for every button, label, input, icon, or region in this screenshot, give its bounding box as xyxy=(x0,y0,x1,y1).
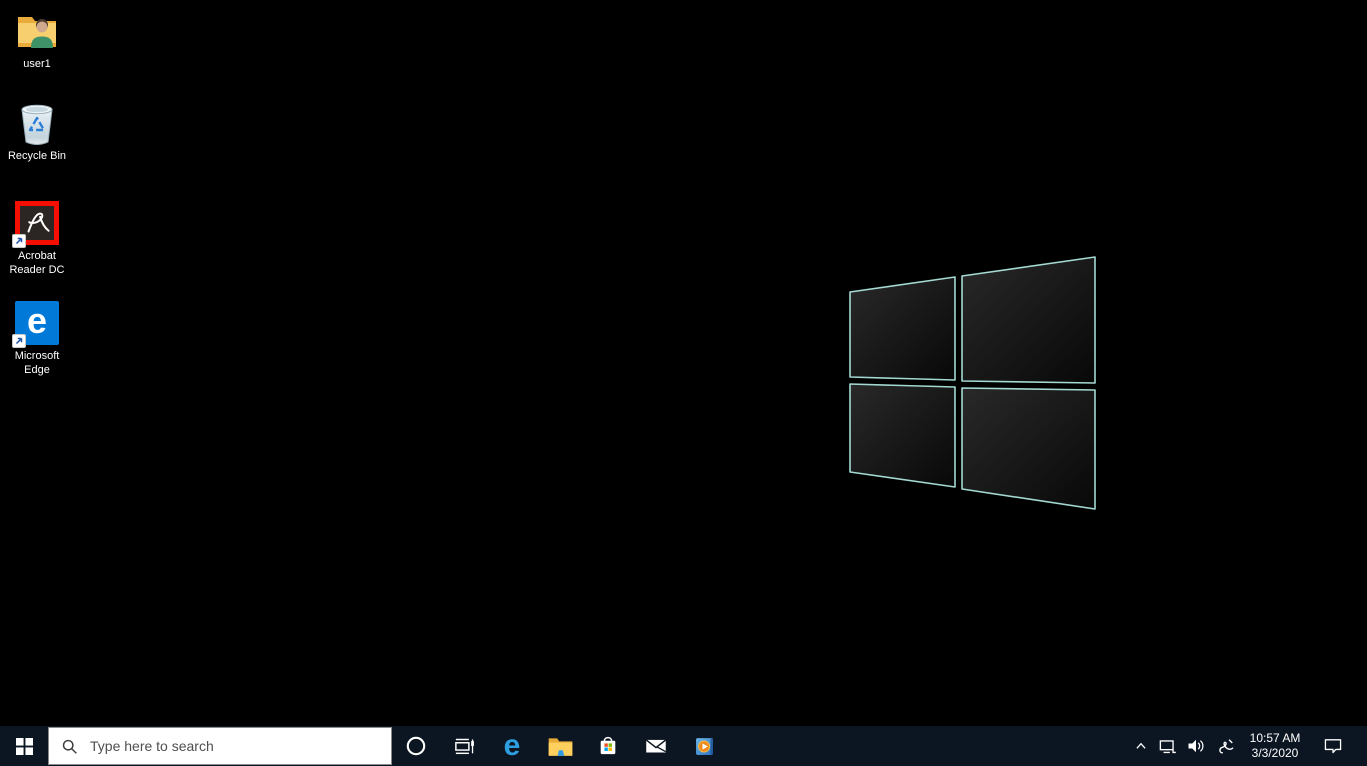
ink-workspace-button[interactable] xyxy=(1211,726,1239,766)
file-explorer-button[interactable] xyxy=(536,726,584,766)
desktop-icon-label: Recycle Bin xyxy=(7,150,67,162)
chevron-up-icon xyxy=(1136,742,1146,749)
desktop-icon-label: Acrobat Reader DC xyxy=(9,250,65,276)
network-icon xyxy=(1159,739,1176,753)
volume-icon xyxy=(1188,739,1204,753)
media-player-button[interactable] xyxy=(680,726,728,766)
mail-icon xyxy=(645,739,667,753)
search-box[interactable] xyxy=(48,727,392,765)
action-center-icon xyxy=(1324,739,1342,754)
media-player-icon xyxy=(695,737,713,755)
taskbar: e xyxy=(0,726,1367,766)
network-button[interactable] xyxy=(1153,726,1181,766)
windows-logo xyxy=(849,256,1096,510)
search-input[interactable] xyxy=(88,737,352,755)
recycle-bin-icon xyxy=(14,100,60,146)
desktop-icon-label: user1 xyxy=(23,58,51,70)
store-button[interactable] xyxy=(584,726,632,766)
desktop-surface[interactable] xyxy=(0,0,1367,766)
desktop-icon-user1[interactable]: user1 xyxy=(3,8,71,71)
file-explorer-icon xyxy=(548,738,572,756)
action-center-button[interactable] xyxy=(1311,726,1355,766)
search-icon xyxy=(62,739,77,754)
task-view-button[interactable] xyxy=(440,726,488,766)
windows-start-icon xyxy=(15,737,33,755)
ink-workspace-icon xyxy=(1218,738,1233,754)
clock-date: 3/3/2020 xyxy=(1251,746,1299,760)
start-button[interactable] xyxy=(0,726,48,766)
clock-time: 10:57 AM xyxy=(1249,731,1301,745)
shortcut-arrow-icon xyxy=(12,234,26,248)
shortcut-arrow-icon xyxy=(12,334,26,348)
desktop-icon-recycle-bin[interactable]: Recycle Bin xyxy=(3,100,71,163)
volume-button[interactable] xyxy=(1181,726,1211,766)
desktop-icon-edge[interactable]: e Microsoft Edge xyxy=(3,300,71,377)
store-icon xyxy=(600,736,616,755)
task-view-icon xyxy=(455,738,474,755)
system-tray: 10:57 AM 3/3/2020 xyxy=(1129,726,1367,766)
taskbar-edge-button[interactable]: e xyxy=(488,726,536,766)
acrobat-reader-icon xyxy=(12,200,60,248)
desktop-icon-acrobat[interactable]: Acrobat Reader DC xyxy=(3,200,71,277)
user-folder-icon xyxy=(14,8,60,54)
mail-button[interactable] xyxy=(632,726,680,766)
cortana-button[interactable] xyxy=(392,726,440,766)
windows-desktop: user1 Recycle Bin Acrobat Reader DC e Mi… xyxy=(0,0,1367,766)
desktop-icon-label: Microsoft Edge xyxy=(14,350,60,376)
edge-icon: e xyxy=(503,729,521,762)
cortana-icon xyxy=(406,736,426,756)
hidden-icons-button[interactable] xyxy=(1129,726,1153,766)
taskbar-clock[interactable]: 10:57 AM 3/3/2020 xyxy=(1239,731,1311,761)
microsoft-edge-icon: e xyxy=(12,300,60,348)
